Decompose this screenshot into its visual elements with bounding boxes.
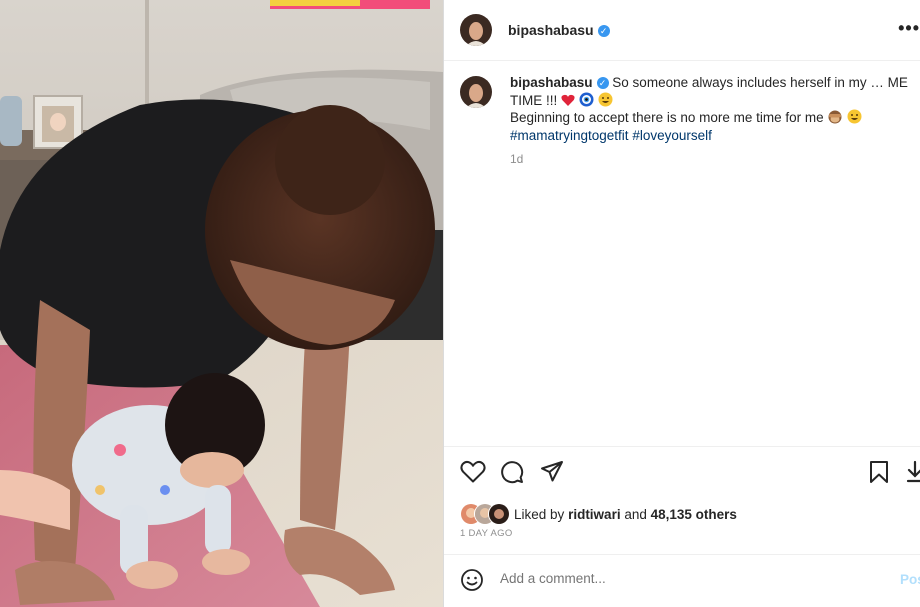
comment-bar: Post [444,555,920,607]
grinning-face-emoji-icon [847,109,862,124]
liker-avatars [460,503,510,525]
likes-prefix: Liked by [514,506,565,522]
hashtags: #mamatryingtogetfit #loveyourself [510,128,712,143]
post-header: bipashabasu ✓ ••• [460,12,920,48]
post-image [0,0,443,607]
heart-icon[interactable] [460,460,486,484]
caption-timestamp: 1d [510,152,524,166]
hashtag-link[interactable]: #loveyourself [632,128,712,143]
caption-line-2: Beginning to accept there is no more me … [510,110,824,125]
caption-username[interactable]: bipashabasu [510,75,593,90]
post-date: 1 DAY AGO [460,528,513,539]
see-no-evil-monkey-emoji-icon [828,110,842,124]
grinning-face-emoji-icon [598,92,613,106]
action-bar [460,458,920,488]
post-detail-panel: bipashabasu ✓ ••• bipashabasu ✓ So someone… [444,0,920,607]
post-comment-button[interactable]: Post [900,572,920,587]
post-photo[interactable] [0,0,443,607]
caption-text: bipashabasu ✓ So someone always includes … [510,74,910,169]
smiley-icon[interactable] [460,568,484,592]
comment-input[interactable] [500,571,880,586]
header-divider [444,60,920,61]
liker-username[interactable]: ridtiwari [568,507,621,522]
actions-divider [444,446,920,447]
download-icon[interactable] [906,460,920,484]
liker-avatar[interactable] [488,503,510,525]
bookmark-icon[interactable] [868,460,890,484]
red-heart-emoji-icon [561,94,575,106]
comment-icon[interactable] [500,460,524,484]
caption-block: bipashabasu ✓ So someone always includes … [460,74,910,169]
caption-avatar[interactable] [460,76,492,108]
more-options-button[interactable]: ••• [898,18,920,39]
hashtag-link[interactable]: #mamatryingtogetfit [510,128,629,143]
likes-conj: and [624,506,647,522]
verified-badge-icon: ✓ [596,77,609,89]
likes-others-link[interactable]: 48,135 others [651,507,737,522]
likes-summary: Liked by ridtiwari and 48,135 others [460,503,737,525]
username-link[interactable]: bipashabasu ✓ [508,22,610,38]
avatar[interactable] [460,14,492,46]
username[interactable]: bipashabasu [508,22,594,38]
evil-eye-emoji-icon [579,92,594,106]
share-icon[interactable] [540,460,564,484]
verified-badge-icon: ✓ [597,25,610,37]
